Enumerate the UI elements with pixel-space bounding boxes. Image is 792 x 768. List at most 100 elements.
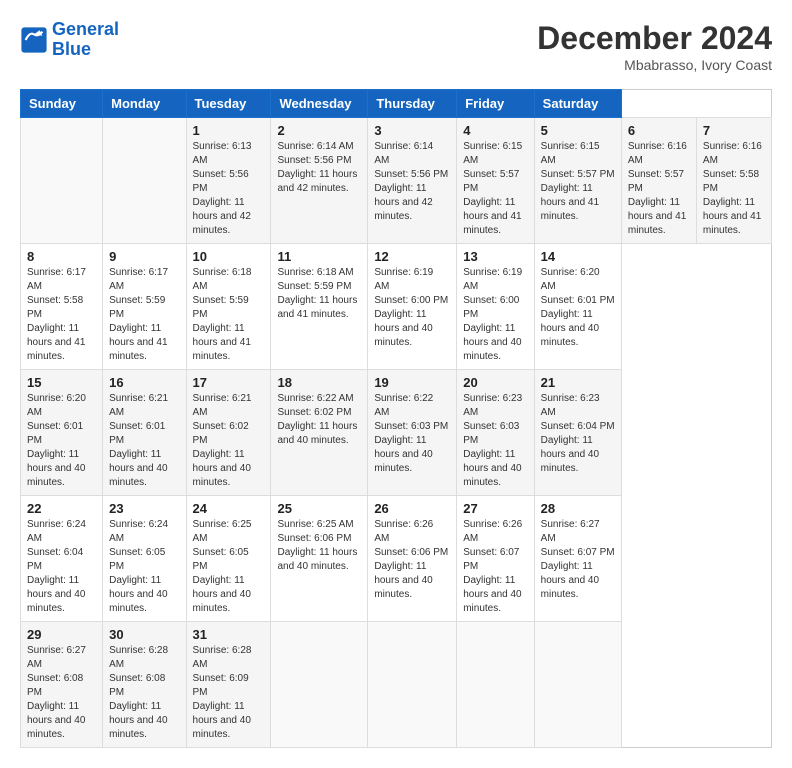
day-number: 31 bbox=[193, 627, 265, 642]
day-info: Sunrise: 6:24 AM Sunset: 6:05 PM Dayligh… bbox=[109, 518, 179, 616]
day-number: 29 bbox=[27, 627, 96, 642]
day-number: 1 bbox=[193, 123, 265, 138]
day-number: 24 bbox=[193, 501, 265, 516]
calendar-cell: 4 Sunrise: 6:15 AM Sunset: 5:57 PM Dayli… bbox=[457, 118, 534, 244]
calendar-cell: 27 Sunrise: 6:26 AM Sunset: 6:07 PM Dayl… bbox=[457, 496, 534, 622]
calendar-cell: 19 Sunrise: 6:22 AM Sunset: 6:03 PM Dayl… bbox=[368, 370, 457, 496]
day-number: 2 bbox=[277, 123, 361, 138]
day-info: Sunrise: 6:27 AM Sunset: 6:07 PM Dayligh… bbox=[541, 518, 615, 602]
calendar-cell: 11 Sunrise: 6:18 AM Sunset: 5:59 PM Dayl… bbox=[271, 244, 368, 370]
day-number: 3 bbox=[374, 123, 450, 138]
day-number: 18 bbox=[277, 375, 361, 390]
day-info: Sunrise: 6:25 AM Sunset: 6:05 PM Dayligh… bbox=[193, 518, 265, 616]
calendar-cell bbox=[534, 622, 621, 748]
weekday-header: Tuesday bbox=[186, 90, 271, 118]
calendar-week-row: 8 Sunrise: 6:17 AM Sunset: 5:58 PM Dayli… bbox=[21, 244, 772, 370]
day-info: Sunrise: 6:25 AM Sunset: 6:06 PM Dayligh… bbox=[277, 518, 361, 574]
day-number: 6 bbox=[628, 123, 690, 138]
day-info: Sunrise: 6:18 AM Sunset: 5:59 PM Dayligh… bbox=[277, 266, 361, 322]
day-info: Sunrise: 6:15 AM Sunset: 5:57 PM Dayligh… bbox=[541, 140, 615, 224]
day-info: Sunrise: 6:21 AM Sunset: 6:02 PM Dayligh… bbox=[193, 392, 265, 490]
day-info: Sunrise: 6:17 AM Sunset: 5:59 PM Dayligh… bbox=[109, 266, 179, 364]
calendar-cell: 23 Sunrise: 6:24 AM Sunset: 6:05 PM Dayl… bbox=[103, 496, 186, 622]
day-info: Sunrise: 6:14 AM Sunset: 5:56 PM Dayligh… bbox=[374, 140, 450, 224]
calendar-week-row: 22 Sunrise: 6:24 AM Sunset: 6:04 PM Dayl… bbox=[21, 496, 772, 622]
weekday-header: Saturday bbox=[534, 90, 621, 118]
day-number: 15 bbox=[27, 375, 96, 390]
calendar-table: SundayMondayTuesdayWednesdayThursdayFrid… bbox=[20, 89, 772, 748]
calendar-week-row: 15 Sunrise: 6:20 AM Sunset: 6:01 PM Dayl… bbox=[21, 370, 772, 496]
calendar-week-row: 29 Sunrise: 6:27 AM Sunset: 6:08 PM Dayl… bbox=[21, 622, 772, 748]
calendar-cell: 9 Sunrise: 6:17 AM Sunset: 5:59 PM Dayli… bbox=[103, 244, 186, 370]
calendar-cell: 2 Sunrise: 6:14 AM Sunset: 5:56 PM Dayli… bbox=[271, 118, 368, 244]
calendar-cell: 21 Sunrise: 6:23 AM Sunset: 6:04 PM Dayl… bbox=[534, 370, 621, 496]
day-number: 30 bbox=[109, 627, 179, 642]
day-number: 13 bbox=[463, 249, 527, 264]
day-info: Sunrise: 6:20 AM Sunset: 6:01 PM Dayligh… bbox=[541, 266, 615, 350]
day-number: 22 bbox=[27, 501, 96, 516]
calendar-cell: 28 Sunrise: 6:27 AM Sunset: 6:07 PM Dayl… bbox=[534, 496, 621, 622]
calendar-cell: 22 Sunrise: 6:24 AM Sunset: 6:04 PM Dayl… bbox=[21, 496, 103, 622]
day-info: Sunrise: 6:27 AM Sunset: 6:08 PM Dayligh… bbox=[27, 644, 96, 742]
page-header: General Blue December 2024 Mbabrasso, Iv… bbox=[20, 20, 772, 73]
calendar-week-row: 1 Sunrise: 6:13 AM Sunset: 5:56 PM Dayli… bbox=[21, 118, 772, 244]
day-info: Sunrise: 6:26 AM Sunset: 6:06 PM Dayligh… bbox=[374, 518, 450, 602]
day-info: Sunrise: 6:17 AM Sunset: 5:58 PM Dayligh… bbox=[27, 266, 96, 364]
calendar-cell bbox=[103, 118, 186, 244]
calendar-cell: 25 Sunrise: 6:25 AM Sunset: 6:06 PM Dayl… bbox=[271, 496, 368, 622]
day-info: Sunrise: 6:15 AM Sunset: 5:57 PM Dayligh… bbox=[463, 140, 527, 238]
day-info: Sunrise: 6:22 AM Sunset: 6:03 PM Dayligh… bbox=[374, 392, 450, 476]
day-info: Sunrise: 6:22 AM Sunset: 6:02 PM Dayligh… bbox=[277, 392, 361, 448]
calendar-cell: 13 Sunrise: 6:19 AM Sunset: 6:00 PM Dayl… bbox=[457, 244, 534, 370]
day-info: Sunrise: 6:14 AM Sunset: 5:56 PM Dayligh… bbox=[277, 140, 361, 196]
calendar-cell: 1 Sunrise: 6:13 AM Sunset: 5:56 PM Dayli… bbox=[186, 118, 271, 244]
calendar-cell: 8 Sunrise: 6:17 AM Sunset: 5:58 PM Dayli… bbox=[21, 244, 103, 370]
calendar-cell: 18 Sunrise: 6:22 AM Sunset: 6:02 PM Dayl… bbox=[271, 370, 368, 496]
day-number: 23 bbox=[109, 501, 179, 516]
location: Mbabrasso, Ivory Coast bbox=[537, 57, 772, 73]
day-info: Sunrise: 6:16 AM Sunset: 5:58 PM Dayligh… bbox=[703, 140, 765, 238]
calendar-cell: 6 Sunrise: 6:16 AM Sunset: 5:57 PM Dayli… bbox=[621, 118, 696, 244]
calendar-cell: 15 Sunrise: 6:20 AM Sunset: 6:01 PM Dayl… bbox=[21, 370, 103, 496]
day-number: 27 bbox=[463, 501, 527, 516]
day-number: 25 bbox=[277, 501, 361, 516]
day-info: Sunrise: 6:28 AM Sunset: 6:09 PM Dayligh… bbox=[193, 644, 265, 742]
weekday-header: Wednesday bbox=[271, 90, 368, 118]
day-number: 26 bbox=[374, 501, 450, 516]
weekday-header: Sunday bbox=[21, 90, 103, 118]
day-number: 28 bbox=[541, 501, 615, 516]
calendar-cell bbox=[457, 622, 534, 748]
day-number: 21 bbox=[541, 375, 615, 390]
calendar-cell bbox=[368, 622, 457, 748]
calendar-cell bbox=[271, 622, 368, 748]
day-info: Sunrise: 6:21 AM Sunset: 6:01 PM Dayligh… bbox=[109, 392, 179, 490]
day-info: Sunrise: 6:24 AM Sunset: 6:04 PM Dayligh… bbox=[27, 518, 96, 616]
calendar-cell: 24 Sunrise: 6:25 AM Sunset: 6:05 PM Dayl… bbox=[186, 496, 271, 622]
logo-text: General Blue bbox=[52, 20, 119, 60]
calendar-cell: 7 Sunrise: 6:16 AM Sunset: 5:58 PM Dayli… bbox=[696, 118, 771, 244]
day-number: 8 bbox=[27, 249, 96, 264]
weekday-header-row: SundayMondayTuesdayWednesdayThursdayFrid… bbox=[21, 90, 772, 118]
weekday-header: Thursday bbox=[368, 90, 457, 118]
weekday-header: Monday bbox=[103, 90, 186, 118]
day-info: Sunrise: 6:20 AM Sunset: 6:01 PM Dayligh… bbox=[27, 392, 96, 490]
day-number: 16 bbox=[109, 375, 179, 390]
day-info: Sunrise: 6:19 AM Sunset: 6:00 PM Dayligh… bbox=[463, 266, 527, 364]
day-number: 11 bbox=[277, 249, 361, 264]
logo: General Blue bbox=[20, 20, 119, 60]
day-number: 12 bbox=[374, 249, 450, 264]
day-number: 5 bbox=[541, 123, 615, 138]
day-number: 20 bbox=[463, 375, 527, 390]
calendar-cell: 26 Sunrise: 6:26 AM Sunset: 6:06 PM Dayl… bbox=[368, 496, 457, 622]
day-info: Sunrise: 6:19 AM Sunset: 6:00 PM Dayligh… bbox=[374, 266, 450, 350]
calendar-cell: 29 Sunrise: 6:27 AM Sunset: 6:08 PM Dayl… bbox=[21, 622, 103, 748]
calendar-cell: 17 Sunrise: 6:21 AM Sunset: 6:02 PM Dayl… bbox=[186, 370, 271, 496]
day-info: Sunrise: 6:26 AM Sunset: 6:07 PM Dayligh… bbox=[463, 518, 527, 616]
title-block: December 2024 Mbabrasso, Ivory Coast bbox=[537, 20, 772, 73]
calendar-cell: 31 Sunrise: 6:28 AM Sunset: 6:09 PM Dayl… bbox=[186, 622, 271, 748]
day-number: 17 bbox=[193, 375, 265, 390]
month-year: December 2024 bbox=[537, 20, 772, 57]
day-number: 9 bbox=[109, 249, 179, 264]
day-info: Sunrise: 6:28 AM Sunset: 6:08 PM Dayligh… bbox=[109, 644, 179, 742]
calendar-cell: 16 Sunrise: 6:21 AM Sunset: 6:01 PM Dayl… bbox=[103, 370, 186, 496]
